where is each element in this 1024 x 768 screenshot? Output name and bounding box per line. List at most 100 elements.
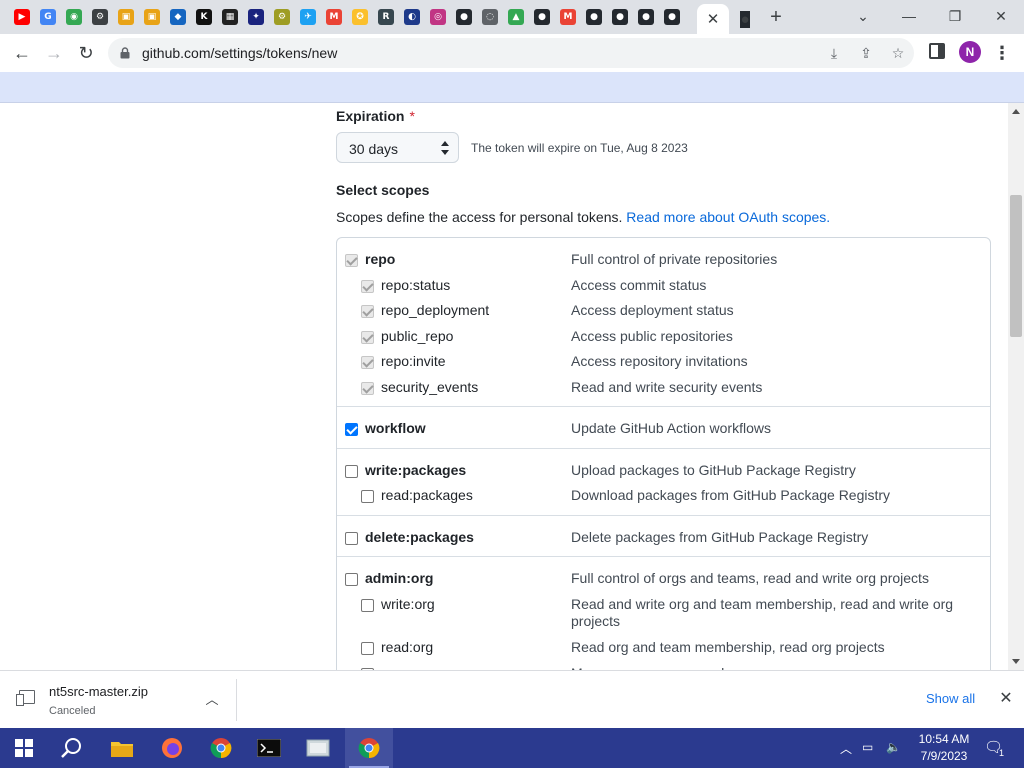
scope-description: Access repository invitations (571, 353, 748, 369)
minimize-button[interactable]: — (894, 4, 924, 28)
gmail-icon: M (326, 9, 342, 25)
side-panel-icon[interactable] (929, 43, 945, 59)
scrollbar-thumb[interactable] (1010, 195, 1022, 337)
network-icon[interactable]: ▭ (862, 740, 873, 754)
volume-icon[interactable]: 🔈 (886, 740, 901, 754)
tab-2[interactable]: ◉ (61, 6, 87, 28)
terminal-icon[interactable] (245, 728, 293, 768)
tab-18[interactable]: ◌ (477, 6, 503, 28)
scope-name[interactable]: read:org (381, 639, 433, 655)
url-text[interactable]: github.com/settings/tokens/new (142, 45, 337, 61)
expiration-value[interactable]: 30 days (349, 141, 398, 157)
forward-arrow-icon: → (45, 42, 63, 63)
file-explorer-icon[interactable] (98, 728, 146, 768)
clock-time[interactable]: 10:54 AM (912, 732, 976, 746)
firefox-icon[interactable] (148, 728, 196, 768)
tab-21[interactable]: M (555, 6, 581, 28)
tab-close-icon[interactable]: ✕ (707, 10, 720, 28)
install-icon[interactable]: ⤓ (824, 43, 844, 63)
tab-3[interactable]: ⚙ (87, 6, 113, 28)
active-tab[interactable]: ✕ (697, 4, 729, 34)
chevron-up-icon[interactable]: ︿ (203, 689, 221, 707)
expiration-select[interactable]: 30 days (336, 132, 459, 163)
github-icon: ● (612, 9, 628, 25)
scope-name[interactable]: repo:invite (381, 353, 446, 369)
tab-9[interactable]: ✦ (243, 6, 269, 28)
tab-10[interactable]: ⚙ (269, 6, 295, 28)
scope-checkbox[interactable] (361, 599, 374, 612)
instagram-icon: ◎ (430, 9, 446, 25)
tab-0[interactable]: ▶ (9, 6, 35, 28)
scope-name[interactable]: admin:org (365, 570, 433, 586)
tab-14[interactable]: R (373, 6, 399, 28)
back-arrow-icon[interactable]: ← (8, 39, 36, 67)
drive-icon: ▲ (508, 9, 524, 25)
download-bar-close-icon[interactable]: ✕ (996, 688, 1016, 708)
clock-date[interactable]: 7/9/2023 (912, 749, 976, 763)
expiration-label: Expiration * (336, 108, 415, 124)
profile-avatar[interactable]: N (959, 41, 981, 63)
tab-17[interactable]: ● (451, 6, 477, 28)
tab-20[interactable]: ● (529, 6, 555, 28)
taskbar-search-icon[interactable] (48, 728, 96, 768)
scope-checkbox[interactable] (345, 573, 358, 586)
reload-icon[interactable]: ↻ (72, 39, 100, 67)
tab-5[interactable]: ▣ (139, 6, 165, 28)
github-icon: ● (586, 9, 602, 25)
download-filename[interactable]: nt5src-master.zip (49, 684, 148, 699)
tab-24[interactable]: ● (633, 6, 659, 28)
browser-menu-icon[interactable]: ⋮ (990, 39, 1014, 67)
new-tab-button[interactable]: + (764, 5, 788, 29)
tab-25[interactable]: ● (659, 6, 685, 28)
tab-16[interactable]: ◎ (425, 6, 451, 28)
chrome-active-icon[interactable] (345, 728, 393, 768)
restore-button[interactable]: ❐ (940, 4, 970, 28)
tab-12[interactable]: M (321, 6, 347, 28)
scope-checkbox[interactable] (345, 423, 358, 436)
show-all-link[interactable]: Show all (926, 691, 975, 706)
scope-name[interactable]: workflow (365, 420, 426, 436)
app-window-icon[interactable] (294, 728, 342, 768)
tab-search-icon[interactable]: ⌄ (848, 4, 878, 28)
scope-name[interactable]: delete:packages (365, 529, 474, 545)
lock-icon[interactable] (120, 47, 130, 59)
scope-checkbox[interactable] (361, 490, 374, 503)
scope-name[interactable]: read:packages (381, 487, 473, 503)
select-arrows-icon (441, 141, 449, 155)
tab-19[interactable]: ▲ (503, 6, 529, 28)
blue-logo-icon: ◐ (404, 9, 420, 25)
oauth-scopes-link[interactable]: Read more about OAuth scopes. (626, 209, 830, 225)
tab-6[interactable]: ◆ (165, 6, 191, 28)
scroll-up-arrow-icon[interactable] (1012, 109, 1020, 114)
scope-name[interactable]: repo:status (381, 277, 450, 293)
window-close-button[interactable]: ✕ (986, 4, 1016, 28)
scope-name[interactable]: repo_deployment (381, 302, 489, 318)
tab-4[interactable]: ▣ (113, 6, 139, 28)
tab-13[interactable]: ✪ (347, 6, 373, 28)
share-icon[interactable]: ⇪ (856, 43, 876, 63)
tab-11[interactable]: ✈ (295, 6, 321, 28)
scroll-down-arrow-icon[interactable] (1012, 659, 1020, 664)
chrome-icon[interactable] (197, 728, 245, 768)
bookmark-star-icon[interactable]: ☆ (888, 43, 908, 63)
page-scrollbar[interactable] (1008, 103, 1024, 670)
tab-23[interactable]: ● (607, 6, 633, 28)
scope-name[interactable]: repo (365, 251, 395, 267)
scope-checkbox[interactable] (361, 642, 374, 655)
tab-22[interactable]: ● (581, 6, 607, 28)
tab-7[interactable]: K (191, 6, 217, 28)
scope-name[interactable]: write:org (381, 596, 435, 612)
scope-name[interactable]: write:packages (365, 462, 466, 478)
gear-icon: ⚙ (92, 9, 108, 25)
scope-name[interactable]: public_repo (381, 328, 453, 344)
chevron-up-tray-icon[interactable]: ︿ (840, 740, 852, 757)
tab-github[interactable]: ● (729, 4, 761, 34)
tab-1[interactable]: G (35, 6, 61, 28)
tab-15[interactable]: ◐ (399, 6, 425, 28)
scope-name[interactable]: security_events (381, 379, 478, 395)
scope-description: Upload packages to GitHub Package Regist… (571, 462, 856, 478)
address-bar[interactable]: github.com/settings/tokens/new ⤓ ⇪ ☆ (108, 38, 914, 68)
tab-8[interactable]: ▦ (217, 6, 243, 28)
start-button[interactable] (0, 728, 48, 768)
scope-checkbox[interactable] (345, 532, 358, 545)
